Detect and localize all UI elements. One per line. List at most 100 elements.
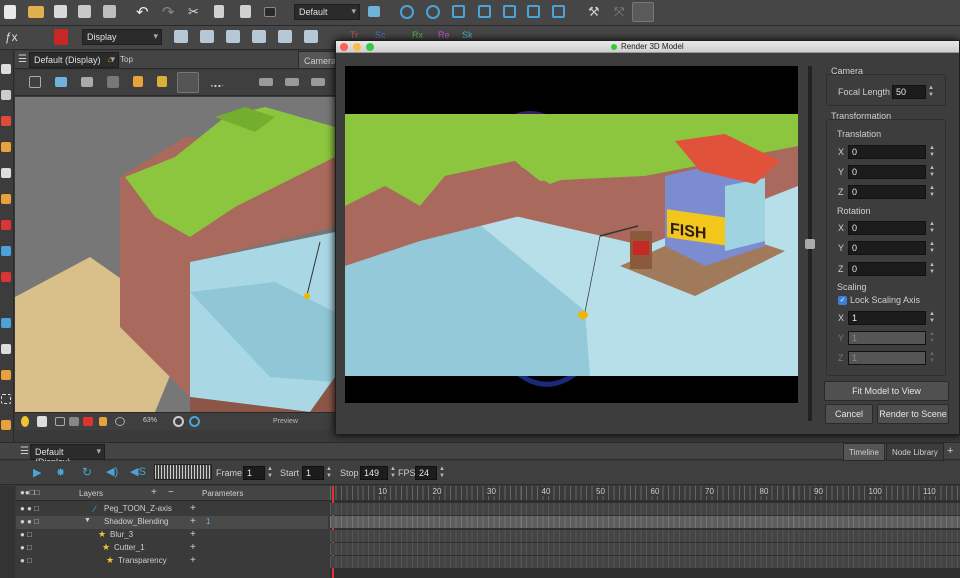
layer-name[interactable]: Cutter_1 — [114, 543, 145, 552]
fps-field[interactable]: 24 — [415, 466, 437, 480]
add-layer-icon[interactable]: + — [151, 487, 157, 498]
hand-tool-icon[interactable] — [1, 318, 11, 328]
zoom-window-icon[interactable] — [366, 43, 374, 51]
sound-scrub-icon[interactable]: ◀S — [130, 465, 146, 478]
plugin-re[interactable]: Re — [438, 30, 450, 40]
layer-name[interactable]: Peg_TOON_Z-axis — [104, 504, 172, 513]
settings-blue-icon[interactable] — [189, 416, 200, 427]
active-tool-icon[interactable] — [632, 2, 654, 22]
translation-x-stepper[interactable]: ▲ ▼ — [928, 145, 936, 159]
layer-icon-1[interactable] — [259, 78, 273, 86]
layer-toggles[interactable]: ● □ — [20, 543, 32, 552]
layer-add-icon[interactable]: + — [190, 503, 196, 514]
fps-stepper[interactable]: ▲ ▼ — [438, 466, 446, 480]
scaling-x-field[interactable]: 1 — [848, 311, 926, 325]
view-icon[interactable] — [368, 6, 380, 17]
layer-row[interactable]: ● ● □ ⁄ Peg_TOON_Z-axis + — [16, 503, 328, 516]
loop-icon[interactable]: ↻ — [82, 465, 92, 479]
rotation-z-field[interactable]: 0 — [848, 262, 926, 276]
tab-node-library[interactable]: Node Library — [886, 443, 944, 461]
layer-add-icon[interactable]: + — [190, 529, 196, 540]
rotation-x-stepper[interactable]: ▲ ▼ — [928, 221, 936, 235]
close-window-icon[interactable] — [340, 43, 348, 51]
translation-y-field[interactable]: 0 — [848, 165, 926, 179]
layer-add-icon[interactable]: + — [190, 516, 196, 527]
plugin-sk[interactable]: Sk — [462, 30, 473, 40]
layer-toggles[interactable]: ● □ — [20, 556, 32, 565]
reset-icon[interactable] — [115, 417, 125, 426]
layer-row[interactable]: ● □ ★ Cutter_1 + — [16, 542, 328, 555]
zoom-tool-icon[interactable] — [1, 344, 11, 354]
rotation-y-field[interactable]: 0 — [848, 241, 926, 255]
shape-icon-3[interactable] — [226, 30, 240, 43]
layer-toggles[interactable]: ● ● □ — [20, 517, 39, 526]
layer-name[interactable]: Transparency — [118, 556, 167, 565]
preview-label[interactable]: Preview — [273, 418, 298, 425]
top-view-label[interactable]: Top — [120, 55, 133, 64]
view-menu-icon[interactable]: ☰ — [18, 54, 27, 65]
save-icon[interactable] — [54, 5, 67, 18]
text-tool-icon[interactable] — [1, 168, 11, 178]
bone-icon[interactable]: ⚒ — [588, 4, 600, 20]
layer-toggles[interactable]: ● □ — [20, 530, 32, 539]
stop-field[interactable]: 149 — [360, 466, 388, 480]
play-selection-icon[interactable]: ✸ — [56, 466, 65, 479]
shape-icon-5[interactable] — [278, 30, 292, 43]
layer-name[interactable]: Shadow_Blending — [104, 517, 169, 526]
shape-icon-4[interactable] — [252, 30, 266, 43]
layer-icon-3[interactable] — [311, 78, 325, 86]
frame-field[interactable]: 1 — [243, 466, 265, 480]
grid-icon[interactable] — [29, 76, 41, 88]
left-scene-canvas[interactable] — [15, 97, 335, 412]
pencil-tool-icon[interactable] — [1, 142, 11, 152]
grid-tool-icon[interactable] — [1, 394, 11, 404]
save-as-icon[interactable] — [78, 5, 91, 18]
layer-row[interactable]: ● □ ★ Transparency + — [16, 555, 328, 568]
deform-icon-1[interactable] — [400, 5, 414, 19]
lock-scaling-label[interactable]: Lock Scaling Axis — [850, 295, 920, 305]
translation-z-field[interactable]: 0 — [848, 185, 926, 199]
undo-icon[interactable]: ↶ — [136, 3, 149, 21]
light-icon[interactable] — [37, 416, 47, 427]
translation-y-stepper[interactable]: ▲ ▼ — [928, 165, 936, 179]
visibility-header-icon[interactable]: ●●□□ — [20, 488, 39, 497]
start-stepper[interactable]: ▲ ▼ — [325, 466, 333, 480]
translation-z-stepper[interactable]: ▲ ▼ — [928, 185, 936, 199]
rotation-x-field[interactable]: 0 — [848, 221, 926, 235]
deform-icon-7[interactable] — [552, 5, 565, 18]
lock-all-icon[interactable] — [157, 76, 167, 87]
translation-x-field[interactable]: 0 — [848, 145, 926, 159]
speed-slider[interactable] — [154, 464, 212, 480]
home-icon[interactable]: ⌂ — [108, 54, 113, 64]
bulb-icon[interactable] — [21, 416, 29, 427]
start-field[interactable]: 1 — [302, 466, 324, 480]
sound-icon[interactable] — [69, 417, 79, 426]
open-icon[interactable] — [28, 6, 44, 18]
deform-icon-6[interactable] — [527, 5, 540, 18]
minimize-window-icon[interactable] — [353, 43, 361, 51]
plugin-sc[interactable]: Sc — [375, 30, 386, 40]
render-to-scene-button[interactable]: Render to Scene — [877, 404, 949, 424]
copy-icon[interactable] — [214, 5, 224, 18]
dotted-line-icon[interactable] — [211, 77, 223, 87]
function-icon[interactable]: ƒx — [5, 30, 18, 44]
camera-tab[interactable]: Camera — [298, 51, 336, 69]
focal-length-stepper[interactable]: ▲ ▼ — [927, 85, 935, 99]
preview-slider-thumb[interactable] — [805, 239, 815, 249]
deform-icon-2[interactable] — [426, 5, 440, 19]
frame-stepper[interactable]: ▲ ▼ — [266, 466, 274, 480]
layer-row[interactable]: ● □ ★ Blur_3 + — [16, 529, 328, 542]
layer-name[interactable]: Blur_3 — [110, 530, 133, 539]
delete-icon[interactable] — [264, 7, 276, 17]
light-table-icon[interactable] — [81, 77, 93, 87]
line-tool-icon[interactable] — [1, 246, 11, 256]
fit-model-to-view-button[interactable]: Fit Model to View — [824, 381, 949, 401]
safe-area-icon[interactable] — [107, 76, 119, 88]
paste-icon[interactable] — [240, 5, 251, 18]
add-tab-icon[interactable]: + — [947, 445, 953, 457]
eraser-tool-icon[interactable] — [1, 194, 11, 204]
focal-length-field[interactable]: 50 — [892, 85, 926, 99]
shape-icon-1[interactable] — [174, 30, 188, 43]
shape-icon-6[interactable] — [304, 30, 318, 43]
timeline-workspace-dropdown[interactable]: Default (Display) — [30, 444, 105, 467]
